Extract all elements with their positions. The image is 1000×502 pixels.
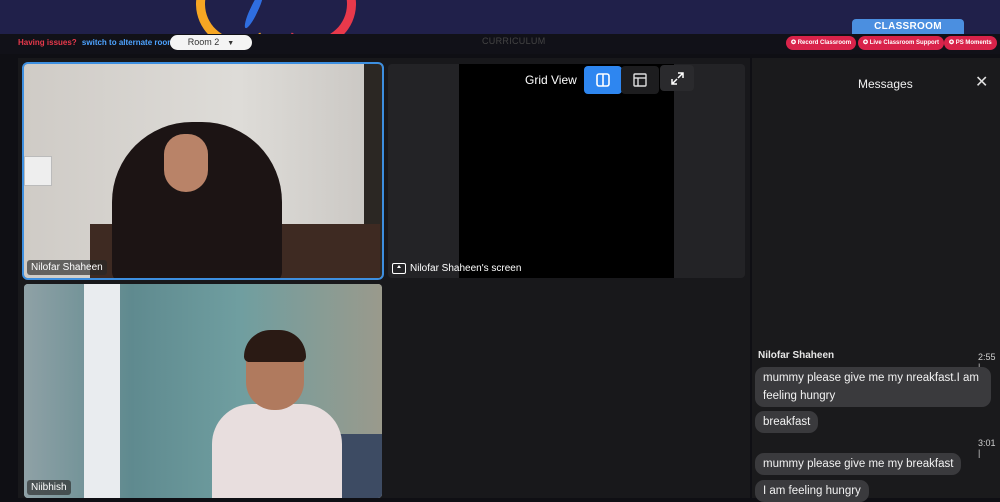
- ps-moments-label: PS Moments: [955, 40, 992, 46]
- participant-name: Nilofar Shaheen: [27, 260, 107, 275]
- screen-share-icon: [392, 263, 406, 274]
- caret-down-icon: ▼: [227, 40, 235, 47]
- video-tile-student[interactable]: Niibhish: [24, 284, 382, 498]
- record-classroom-button[interactable]: ✪ Record Classroom: [786, 36, 857, 50]
- message-time: 3:01 |: [978, 438, 996, 458]
- chat-message: mummy please give me my breakfast: [755, 453, 962, 475]
- help-question: Having issues?: [18, 38, 77, 47]
- video-tile-teacher[interactable]: Nilofar Shaheen: [22, 62, 384, 280]
- wall-switch: [24, 156, 52, 186]
- room-select[interactable]: Room 2 ▼: [170, 35, 252, 50]
- chat-message: mummy please give me my nreakfast.I am f…: [755, 367, 991, 407]
- person-shirt: [212, 404, 342, 498]
- layout-icon: [633, 73, 647, 87]
- message-sender: Nilofar Shaheen: [758, 350, 835, 361]
- messages-title: Messages: [858, 77, 913, 91]
- switch-room-link[interactable]: switch to alternate room: [82, 38, 174, 47]
- window-light: [84, 284, 120, 498]
- grid-view-label: Grid View: [525, 73, 577, 87]
- grid-view-button[interactable]: [584, 66, 622, 94]
- screenshare-label: Nilofar Shaheen's screen: [392, 263, 521, 274]
- expand-icon: [670, 71, 684, 85]
- close-icon[interactable]: ✕: [975, 75, 988, 91]
- chat-message: I am feeling hungry: [755, 480, 869, 502]
- help-text: Having issues? switch to alternate room: [18, 38, 174, 47]
- room-select-value: Room 2: [187, 37, 220, 47]
- person-face: [164, 134, 208, 192]
- chat-message: breakfast: [755, 411, 819, 433]
- live-support-button[interactable]: ✪ Live Classroom Support: [858, 36, 945, 50]
- live-support-label: Live Classroom Support: [869, 40, 940, 46]
- record-classroom-label: Record Classroom: [797, 40, 852, 46]
- video-tile-screenshare[interactable]: Nilofar Shaheen's screen: [388, 64, 745, 278]
- top-banner: [0, 0, 1000, 34]
- shared-screen: [459, 64, 674, 278]
- columns-icon: [596, 73, 610, 87]
- participant-name: Niibhish: [27, 480, 71, 495]
- classroom-tab[interactable]: CLASSROOM: [852, 19, 964, 35]
- logo-arc-red: [261, 0, 363, 34]
- layout-view-button[interactable]: [621, 66, 659, 94]
- ps-moments-button[interactable]: ✪ PS Moments: [944, 36, 997, 50]
- screenshare-name: Nilofar Shaheen's screen: [410, 263, 522, 274]
- fullscreen-button[interactable]: [660, 65, 694, 91]
- curriculum-tab[interactable]: CURRICULUM: [482, 36, 546, 46]
